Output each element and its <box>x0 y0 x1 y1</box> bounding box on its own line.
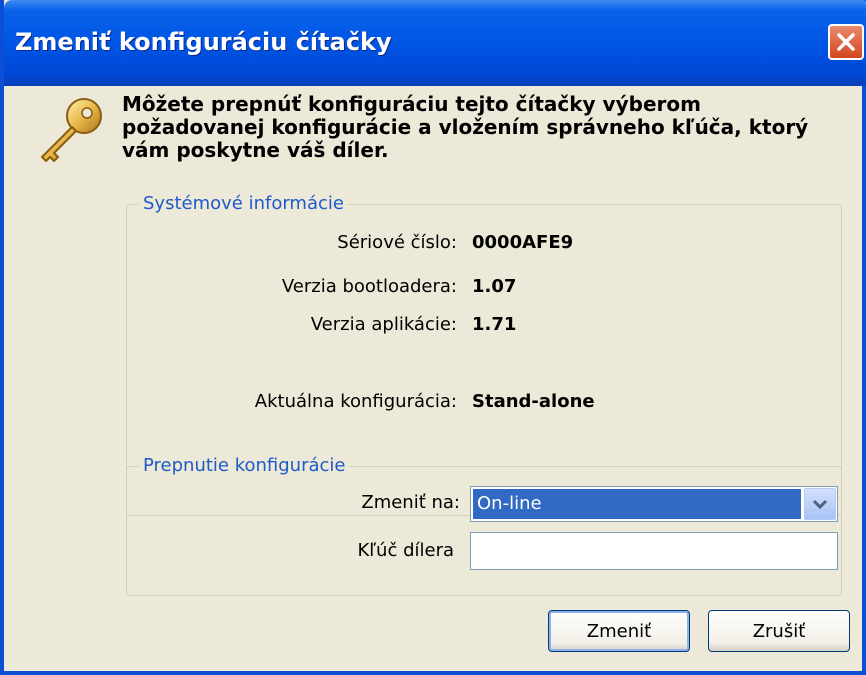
chevron-down-icon <box>812 499 828 510</box>
cancel-button[interactable]: Zrušiť <box>708 610 850 652</box>
bootloader-value: 1.07 <box>472 276 517 297</box>
title-bar[interactable]: Zmeniť konfiguráciu čítačky <box>4 0 866 86</box>
current-config-value: Stand-alone <box>472 391 595 412</box>
close-button[interactable] <box>828 24 864 60</box>
dealer-key-input[interactable] <box>470 532 838 570</box>
intro-text: Môžete prepnúť konfiguráciu tejto čítačk… <box>122 92 809 162</box>
change-to-label: Zmeniť na: <box>361 492 460 513</box>
config-select-value: On-line <box>473 489 801 519</box>
serial-value: 0000AFE9 <box>472 232 574 253</box>
window-title: Zmeniť konfiguráciu čítačky <box>15 28 392 56</box>
dialog-content: Môžete prepnúť konfiguráciu tejto čítačk… <box>4 86 862 671</box>
change-button[interactable]: Zmeniť <box>548 610 690 652</box>
config-select[interactable]: On-line <box>470 486 838 522</box>
serial-label: Sériové číslo: <box>337 232 457 253</box>
dropdown-button[interactable] <box>804 488 836 520</box>
bootloader-label: Verzia bootloadera: <box>281 276 457 297</box>
app-version-value: 1.71 <box>472 314 517 335</box>
dealer-key-label: Kľúč dílera <box>357 540 454 561</box>
dialog-window: Zmeniť konfiguráciu čítačky Môžete prepn… <box>0 0 866 675</box>
system-info-label: Systémové informácie <box>139 193 348 214</box>
close-icon <box>837 33 855 51</box>
switch-config-label: Prepnutie konfigurácie <box>139 455 350 476</box>
app-version-label: Verzia aplikácie: <box>310 314 457 335</box>
key-icon <box>41 98 102 162</box>
current-config-label: Aktuálna konfigurácia: <box>254 391 457 412</box>
